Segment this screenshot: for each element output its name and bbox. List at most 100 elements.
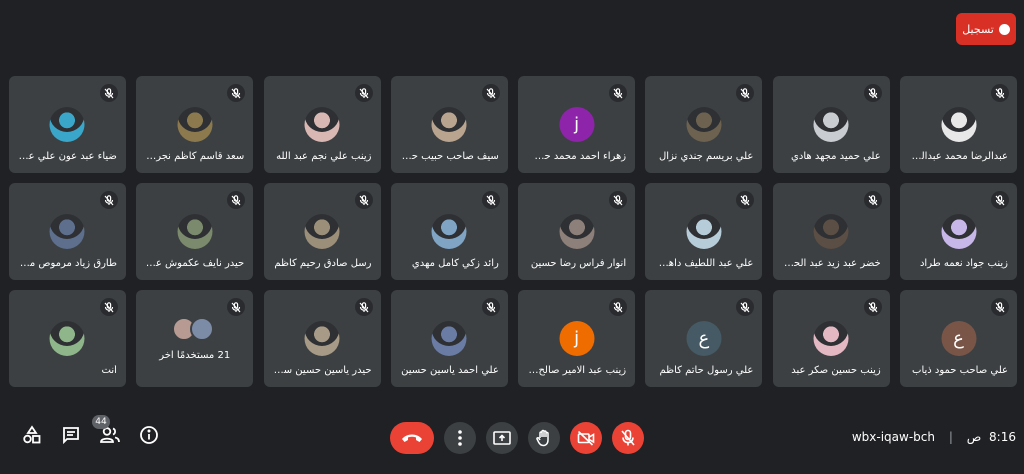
participant-name: زينب حسين صكر عبد — [791, 365, 881, 376]
mic-off-icon — [863, 191, 882, 209]
participant-name: زينب علي نجم عبد الله — [276, 151, 372, 162]
participant-name: رائد زكي كامل مهدي — [411, 258, 499, 269]
meeting-details: wbx-iqaw-bch | ص 8:16 — [852, 430, 1016, 444]
participant-tile[interactable]: خضر عبد زيد عبد الحس... — [772, 183, 890, 280]
more-options-button[interactable] — [444, 422, 476, 454]
mic-off-icon — [481, 191, 500, 209]
participant-tile[interactable]: علي احمد ياسين حسين — [390, 290, 508, 387]
videocam-off-icon — [577, 430, 595, 446]
participant-tile[interactable]: زينب حسين صكر عبد — [772, 290, 890, 387]
raise-hand-button[interactable] — [528, 422, 560, 454]
avatar: j — [559, 321, 595, 356]
people-count-badge: 44 — [92, 415, 110, 429]
more-vert-icon — [458, 430, 462, 446]
mic-off-icon — [227, 298, 246, 316]
participant-name: عبدالرضا محمد عبدالرضا — [909, 151, 1008, 162]
recording-label: تسجيل — [962, 22, 994, 36]
participant-tile[interactable]: زينب علي نجم عبد الله — [263, 76, 381, 173]
mic-off-icon — [991, 191, 1009, 209]
chat-button[interactable] — [58, 422, 84, 448]
mic-off-icon — [99, 84, 118, 102]
mic-off-icon — [736, 298, 755, 316]
participant-name: زينب جواد نعمه طراد — [919, 258, 1008, 269]
avatar: ع — [941, 321, 976, 356]
meeting-info-button[interactable] — [136, 422, 162, 448]
participant-name: علي صاحب حمود ذياب — [912, 365, 1008, 376]
mic-off-icon — [609, 84, 628, 102]
participant-name: علي حميد مجهد هادي — [791, 151, 881, 162]
leave-call-button[interactable] — [390, 422, 434, 454]
participant-tile[interactable]: j زهراء احمد محمد حسين — [518, 76, 636, 173]
mic-off-icon — [609, 298, 628, 316]
mic-off-icon — [354, 298, 373, 316]
avatar: j — [559, 107, 595, 142]
participant-name: زينب عبد الامير صالح ... — [527, 365, 627, 376]
participant-tile[interactable]: سعد قاسم كاظم نجرس — [136, 76, 254, 173]
avatar — [686, 214, 722, 249]
participant-tile[interactable]: علي عبد اللطيف داهي ... — [645, 183, 763, 280]
avatar — [49, 214, 85, 249]
avatar — [431, 214, 467, 249]
participant-name: ضياء عبد عون علي عب... — [17, 151, 117, 162]
participant-tile[interactable]: أنت — [8, 290, 126, 387]
avatar — [813, 107, 849, 142]
separator: | — [948, 430, 953, 444]
avatar — [49, 321, 85, 356]
participant-name: علي احمد ياسين حسين — [401, 365, 499, 376]
participant-tile[interactable]: رسل صادق رحيم كاظم — [263, 183, 381, 280]
participant-tile[interactable]: عبدالرضا محمد عبدالرضا — [900, 76, 1017, 173]
participant-name: أنت — [101, 365, 117, 376]
participant-tile[interactable]: علي بريسم جندي نزال — [645, 76, 763, 173]
participant-name: سيف صاحب حبيب حسين — [399, 151, 499, 162]
mic-off-icon — [99, 191, 118, 209]
participant-name: سعد قاسم كاظم نجرس — [145, 151, 245, 162]
participant-grid: عبدالرضا محمد عبدالرضا علي حميد مجهد هادي… — [8, 76, 1017, 389]
avatar — [431, 107, 467, 142]
avatar — [304, 214, 340, 249]
participant-name: رسل صادق رحيم كاظم — [274, 258, 372, 269]
avatar — [49, 107, 85, 142]
mic-off-icon — [99, 298, 118, 316]
avatar — [431, 321, 467, 356]
activities-button[interactable] — [19, 422, 45, 448]
participant-name: علي عبد اللطيف داهي ... — [654, 258, 754, 269]
avatar — [813, 214, 849, 249]
participant-name: طارق زياد مرموص مت... — [17, 258, 117, 269]
participant-name: 21 مستخدمًا آخر — [159, 350, 231, 361]
participant-tile[interactable]: حيدر ياسين حسين سياح — [263, 290, 381, 387]
participant-name: زهراء احمد محمد حسين — [527, 151, 627, 162]
participant-tile[interactable]: ضياء عبد عون علي عب... — [8, 76, 126, 173]
participant-tile[interactable]: علي حميد مجهد هادي — [772, 76, 890, 173]
present-screen-button[interactable] — [486, 422, 518, 454]
participant-name: حيدر ياسين حسين سياح — [272, 365, 372, 376]
participant-tile[interactable]: طارق زياد مرموص مت... — [8, 183, 126, 280]
chat-icon — [63, 427, 79, 445]
mic-off-icon — [227, 191, 246, 209]
participant-tile[interactable]: سيف صاحب حبيب حسين — [390, 76, 508, 173]
participant-tile[interactable]: زينب جواد نعمه طراد — [900, 183, 1017, 280]
record-dot-icon — [998, 23, 1010, 35]
present-screen-icon — [493, 431, 511, 445]
participant-tile[interactable]: حيدر نايف عكموش عيدان — [136, 183, 254, 280]
participant-tile[interactable]: رائد زكي كامل مهدي — [390, 183, 508, 280]
recording-indicator[interactable]: تسجيل — [956, 13, 1016, 45]
mic-off-icon — [609, 191, 628, 209]
participant-name: حيدر نايف عكموش عيدان — [145, 258, 245, 269]
camera-off-button[interactable] — [570, 422, 602, 454]
participant-tile[interactable]: ع علي صاحب حمود ذياب — [900, 290, 1017, 387]
participant-name: خضر عبد زيد عبد الحس... — [781, 258, 881, 269]
microphone-off-button[interactable] — [612, 422, 644, 454]
avatar — [686, 107, 722, 142]
mic-off-icon — [736, 84, 755, 102]
avatar — [559, 214, 595, 249]
participant-tile[interactable]: ع علي رسول حاتم كاظم — [645, 290, 763, 387]
participant-tile[interactable]: 21 مستخدمًا آخر — [136, 290, 254, 387]
avatar — [813, 321, 849, 356]
participant-tile[interactable]: انوار فراس رضا حسين — [518, 183, 636, 280]
participant-name: علي بريسم جندي نزال — [658, 151, 754, 162]
info-icon — [140, 426, 158, 444]
meeting-code: wbx-iqaw-bch — [851, 430, 935, 444]
avatar — [177, 214, 213, 249]
mic-off-icon — [863, 298, 882, 316]
participant-tile[interactable]: j زينب عبد الامير صالح ... — [518, 290, 636, 387]
